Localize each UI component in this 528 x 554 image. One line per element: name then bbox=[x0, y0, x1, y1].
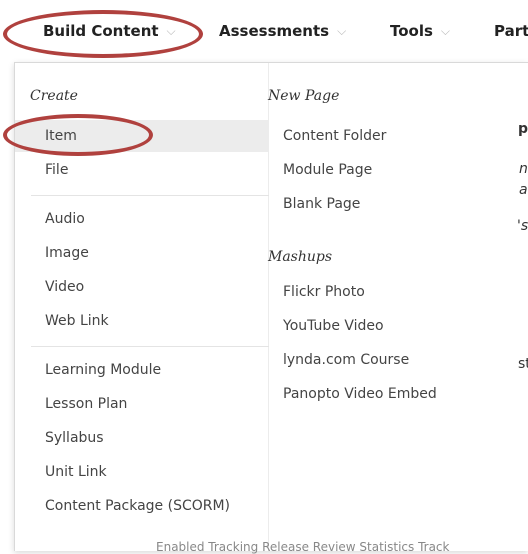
background-fragment: 's bbox=[517, 218, 528, 234]
menu-item-module-page[interactable]: Module Page bbox=[283, 154, 372, 186]
build-content-button[interactable]: Build Content ⌵ bbox=[43, 22, 176, 44]
new-page-heading: New Page bbox=[268, 88, 340, 104]
partners-label: Part bbox=[494, 22, 528, 40]
mashups-heading: Mashups bbox=[268, 249, 333, 265]
menu-item-audio[interactable]: Audio bbox=[45, 203, 85, 235]
chevron-down-icon: ⌵ bbox=[337, 24, 347, 38]
build-content-menu: Create Item File Audio Image Video Web L… bbox=[14, 62, 528, 551]
background-fragment: a bbox=[519, 182, 528, 198]
background-fragment: st bbox=[518, 356, 528, 372]
menu-item-web-link[interactable]: Web Link bbox=[45, 305, 109, 337]
menu-separator bbox=[31, 346, 269, 347]
chevron-down-icon: ⌵ bbox=[440, 24, 451, 38]
menu-item-flickr-photo[interactable]: Flickr Photo bbox=[283, 276, 365, 308]
menu-item-image[interactable]: Image bbox=[45, 237, 89, 269]
menu-item-content-package[interactable]: Content Package (SCORM) bbox=[45, 490, 230, 522]
background-fragment: p bbox=[518, 121, 528, 137]
content-toolbar: Build Content ⌵ Assessments ⌵ Tools ⌵ Part bbox=[0, 0, 528, 62]
menu-item-unit-link[interactable]: Unit Link bbox=[45, 456, 107, 488]
menu-item-panopto-video-embed[interactable]: Panopto Video Embed bbox=[283, 378, 437, 410]
menu-item-blank-page[interactable]: Blank Page bbox=[283, 188, 360, 220]
tools-label: Tools bbox=[390, 22, 433, 40]
background-fragment: n bbox=[519, 161, 528, 177]
partners-button[interactable]: Part bbox=[494, 22, 528, 44]
chevron-down-icon: ⌵ bbox=[166, 24, 176, 38]
assessments-label: Assessments bbox=[219, 22, 330, 40]
background-bottom-text: Enabled Tracking Release Review Statisti… bbox=[156, 540, 450, 554]
menu-item-syllabus[interactable]: Syllabus bbox=[45, 422, 104, 454]
menu-item-lesson-plan[interactable]: Lesson Plan bbox=[45, 388, 127, 420]
menu-item-lynda-course[interactable]: lynda.com Course bbox=[283, 344, 409, 376]
tools-button[interactable]: Tools ⌵ bbox=[390, 22, 450, 44]
menu-item-content-folder[interactable]: Content Folder bbox=[283, 120, 386, 152]
menu-item-youtube-video[interactable]: YouTube Video bbox=[283, 310, 384, 342]
menu-item-file[interactable]: File bbox=[45, 154, 68, 186]
menu-item-video[interactable]: Video bbox=[45, 271, 84, 303]
assessments-button[interactable]: Assessments ⌵ bbox=[219, 22, 346, 44]
create-column: Create Item File Audio Image Video Web L… bbox=[15, 63, 269, 551]
menu-item-item[interactable]: Item bbox=[15, 120, 268, 152]
create-heading: Create bbox=[30, 88, 78, 104]
menu-separator bbox=[31, 195, 269, 196]
menu-item-learning-module[interactable]: Learning Module bbox=[45, 354, 161, 386]
build-content-label: Build Content bbox=[43, 22, 159, 40]
